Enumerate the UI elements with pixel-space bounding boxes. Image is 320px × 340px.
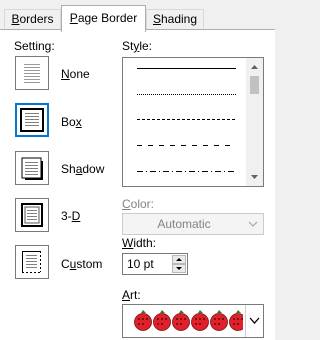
setting-shadow-label[interactable]: Shadow <box>61 162 104 176</box>
tab-shading[interactable]: Shading <box>146 9 204 29</box>
setting-custom-label[interactable]: Custom <box>61 257 102 271</box>
line-style-options <box>137 68 236 172</box>
setting-box-button[interactable] <box>15 103 49 137</box>
apple-icon <box>172 310 190 331</box>
scroll-down-icon[interactable] <box>246 170 263 184</box>
apple-icon <box>210 310 228 331</box>
tab-page-border[interactable]: Page Border <box>61 5 146 32</box>
setting-shadow-button[interactable] <box>15 151 49 185</box>
box-border-icon <box>20 108 44 132</box>
setting-none-button[interactable] <box>15 56 49 90</box>
apple-border-art <box>134 310 243 331</box>
custom-border-icon <box>22 251 41 273</box>
style-label: Style: <box>122 39 153 53</box>
shadow-border-icon <box>21 157 43 180</box>
tab-bar: Borders Page Border Shading <box>0 0 275 32</box>
setting-3d-button[interactable] <box>15 198 49 232</box>
3d-border-icon <box>21 203 43 227</box>
color-value: Automatic <box>157 217 211 231</box>
apple-icon <box>134 310 152 331</box>
apple-icon <box>153 310 171 331</box>
setting-label: Setting: <box>14 39 55 53</box>
apple-icon <box>191 310 209 331</box>
color-label: Color: <box>122 197 155 211</box>
spin-down-button[interactable] <box>172 264 186 273</box>
art-dropdown-button[interactable] <box>245 305 263 337</box>
chevron-down-icon <box>248 221 258 227</box>
art-dropdown[interactable] <box>122 304 264 338</box>
chevron-down-icon <box>249 317 260 324</box>
setting-3d-label[interactable]: 3-D <box>61 209 80 223</box>
tab-borders[interactable]: Borders <box>4 9 61 29</box>
width-value[interactable]: 10 pt <box>127 257 154 271</box>
style-list[interactable] <box>122 57 264 187</box>
width-label: Width: <box>122 236 157 250</box>
scroll-thumb[interactable] <box>250 76 259 94</box>
spin-up-icon <box>176 258 182 261</box>
setting-box-label[interactable]: Box <box>61 115 82 129</box>
scroll-up-icon[interactable] <box>246 60 263 74</box>
art-label: Art: <box>122 288 141 302</box>
width-spinner[interactable]: 10 pt <box>122 253 188 275</box>
setting-custom-button[interactable] <box>15 245 49 279</box>
color-dropdown[interactable]: Automatic <box>122 213 264 235</box>
spin-up-button[interactable] <box>172 255 186 264</box>
no-border-icon <box>24 64 40 83</box>
style-scrollbar[interactable] <box>246 58 263 186</box>
apple-icon <box>229 310 243 331</box>
setting-none-label[interactable]: None <box>61 67 90 81</box>
width-spin-buttons <box>172 255 186 273</box>
spin-down-icon <box>176 267 182 270</box>
